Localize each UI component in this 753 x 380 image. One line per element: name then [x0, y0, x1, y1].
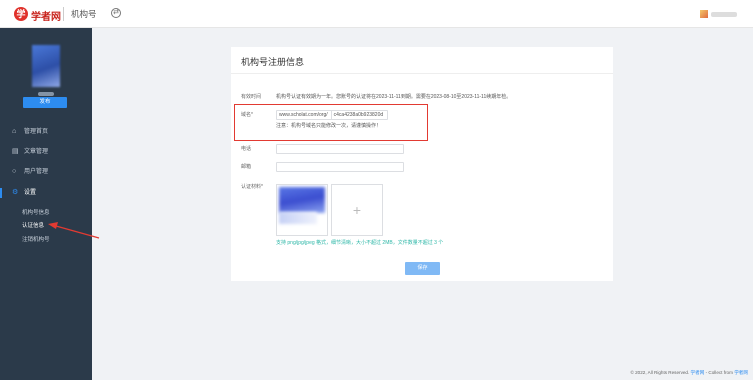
domain-value: c4ca4238a0b923820d [333, 112, 384, 118]
sidebar: 发布 ⌂ 管理首页 ▤ 文章管理 ○ 用户管理 ⚙ 设置 机构号信息 认证信息 … [0, 28, 92, 380]
phone-label: 电话 [241, 146, 252, 152]
avatar[interactable] [32, 45, 60, 87]
upload-hint: 支持 png/jpg/jpeg 格式，细节清晰，大小不超过 2MB，文件数量不超… [276, 240, 444, 246]
org-name [38, 92, 54, 96]
domain-input[interactable]: www.scholat.com/org/ c4ca4238a0b923820d [276, 110, 388, 120]
sidebar-subitem-org-info[interactable]: 机构号信息 [22, 209, 50, 217]
certification-label: 认证材料* [241, 184, 263, 190]
phone-input[interactable] [276, 144, 404, 154]
brand-name[interactable]: 学者网 [31, 8, 61, 23]
user-name[interactable] [711, 12, 737, 17]
sidebar-item-label: 用户管理 [24, 169, 49, 175]
page-title: 机构号注册信息 [241, 57, 305, 67]
logo-icon[interactable]: 学 [14, 7, 28, 21]
sidebar-item-label: 设置 [24, 190, 37, 196]
header-divider [63, 7, 64, 21]
validity-text: 机构号认证有效期为一年。您账号的认证将在2023-11-11到期。需要在2023… [276, 94, 512, 100]
title-divider [231, 73, 613, 74]
sidebar-subitem-deregister[interactable]: 注销机构号 [22, 236, 50, 244]
copyright-text: © 2022, All Rights Reserved. [630, 370, 691, 375]
footer: © 2022, All Rights Reserved. 学者网 - Colle… [630, 370, 748, 376]
gear-icon: ⚙ [12, 189, 19, 196]
email-input[interactable] [276, 162, 404, 172]
swap-icon[interactable]: ⇄ [111, 8, 121, 18]
site-link[interactable]: 学者网 [691, 370, 705, 375]
registration-card: 机构号注册信息 有效时间 机构号认证有效期为一年。您账号的认证将在2023-11… [231, 47, 613, 281]
sidebar-item-label: 管理首页 [24, 129, 49, 135]
domain-tip: 注意：机构号域名只能修改一次，请谨慎操作！ [276, 123, 382, 129]
uploaded-image[interactable] [276, 184, 328, 236]
sidebar-item-label: 文章管理 [24, 149, 49, 155]
publish-button[interactable]: 发布 [23, 97, 67, 108]
section-title: 机构号 [71, 9, 97, 19]
sidebar-subitem-certification[interactable]: 认证信息 [22, 222, 44, 230]
user-avatar[interactable] [700, 10, 708, 18]
save-button[interactable]: 保存 [405, 262, 440, 275]
email-label: 邮箱 [241, 164, 252, 170]
collect-link[interactable]: 学者网 [734, 370, 748, 375]
domain-prefix: www.scholat.com/org/ [277, 111, 332, 119]
validity-label: 有效时间 [241, 94, 262, 100]
home-icon: ⌂ [12, 128, 17, 135]
top-bar: 学 学者网 机构号 ⇄ [0, 0, 753, 28]
active-indicator [0, 188, 2, 198]
chat-icon: ○ [12, 168, 17, 175]
add-upload-button[interactable]: + [331, 184, 383, 236]
collect-text: - Collect from [704, 370, 735, 375]
domain-label: 域名* [241, 112, 253, 118]
document-icon: ▤ [12, 148, 19, 155]
